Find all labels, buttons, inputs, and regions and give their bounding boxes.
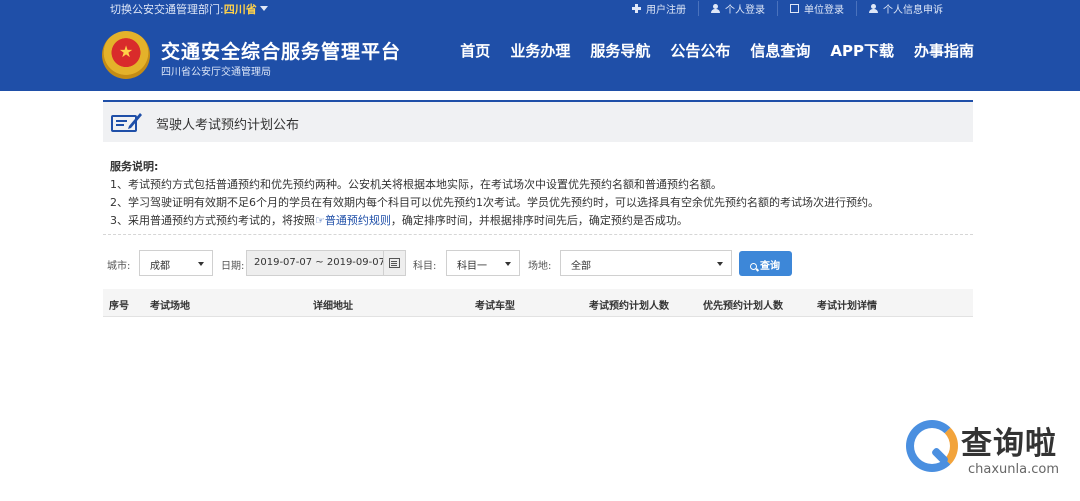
chevron-down-icon (505, 262, 511, 266)
unit-login-label: 单位登录 (804, 5, 844, 16)
date-picker-button[interactable] (383, 251, 405, 275)
col-planned-count: 考试预约计划人数 (589, 301, 669, 312)
section-title: 驾驶人考试预约计划公布 (156, 118, 300, 133)
col-vehicle-type: 考试车型 (475, 301, 515, 312)
unit-login-link[interactable]: 单位登录 (777, 1, 856, 16)
venue-label: 场地: (528, 261, 552, 272)
col-venue: 考试场地 (150, 301, 190, 312)
date-range-input[interactable]: 2019-07-07 ~ 2019-09-07 (246, 250, 406, 276)
chevron-down-icon (717, 262, 723, 266)
description-heading: 服务说明: (110, 160, 159, 173)
watermark-text: 查询啦 (961, 426, 1057, 462)
venue-select[interactable]: 全部 (560, 250, 732, 276)
nav-business[interactable]: 业务办理 (510, 40, 570, 61)
divider (103, 234, 973, 235)
department-switcher[interactable]: 切换公安交通管理部门:四川省 (110, 1, 268, 17)
col-plan-details: 考试计划详情 (817, 301, 877, 312)
col-priority-count: 优先预约计划人数 (703, 301, 783, 312)
form-pen-icon (111, 113, 142, 132)
subject-select-value: 科目一 (457, 261, 487, 272)
description-line-1: 1、考试预约方式包括普通预约和优先预约两种。公安机关将根据本地实际，在考试场次中… (110, 178, 722, 191)
nav-announcements[interactable]: 公告公布 (670, 40, 730, 61)
city-select[interactable]: 成都 (139, 250, 213, 276)
user-icon (869, 4, 878, 13)
plus-icon (632, 4, 641, 13)
normal-booking-rules-link[interactable]: ☞普通预约规则 (315, 214, 391, 227)
city-label: 城市: (107, 261, 131, 272)
personal-login-link[interactable]: 个人登录 (698, 1, 777, 16)
site-header: 交通安全综合服务管理平台 四川省公安厅交通管理局 首页 业务办理 服务导航 公告… (0, 18, 1080, 91)
city-select-value: 成都 (150, 261, 170, 272)
subject-label: 科目: (413, 261, 437, 272)
appeal-label: 个人信息申诉 (883, 5, 943, 16)
section-header: 驾驶人考试预约计划公布 (103, 100, 973, 142)
exam-plan-table-header: 序号 考试场地 详细地址 考试车型 考试预约计划人数 优先预约计划人数 考试计划… (103, 289, 973, 317)
venue-select-value: 全部 (571, 261, 591, 272)
register-link[interactable]: 用户注册 (620, 1, 698, 16)
description-line-3-text: 3、采用普通预约方式预约考试的，将按照 (110, 214, 315, 227)
nav-service-guide[interactable]: 服务导航 (590, 40, 650, 61)
department-name[interactable]: 四川省 (224, 3, 257, 16)
date-label: 日期: (221, 261, 245, 272)
police-emblem-icon[interactable] (102, 31, 150, 79)
col-index: 序号 (109, 301, 129, 312)
account-links: 用户注册 个人登录 单位登录 个人信息申诉 (620, 1, 955, 16)
nav-office-guide[interactable]: 办事指南 (914, 40, 974, 61)
user-icon (711, 4, 720, 13)
watermark-logo-icon (906, 420, 958, 472)
appeal-link[interactable]: 个人信息申诉 (856, 1, 955, 16)
search-icon (750, 263, 757, 270)
col-address: 详细地址 (313, 301, 353, 312)
nav-app-download[interactable]: APP下载 (830, 40, 894, 61)
search-button[interactable]: 查询 (739, 251, 792, 276)
search-button-label: 查询 (760, 261, 780, 272)
description-line-3: 3、采用普通预约方式预约考试的，将按照☞普通预约规则，确定排序时间，并根据排序时… (110, 212, 972, 230)
site-title[interactable]: 交通安全综合服务管理平台 (161, 37, 401, 64)
site-subtitle: 四川省公安厅交通管理局 (161, 67, 271, 78)
personal-login-label: 个人登录 (725, 5, 765, 16)
register-label: 用户注册 (646, 5, 686, 16)
calendar-icon (389, 258, 400, 268)
subject-select[interactable]: 科目一 (446, 250, 520, 276)
building-icon (790, 4, 799, 13)
main-nav: 首页 业务办理 服务导航 公告公布 信息查询 APP下载 办事指南 (460, 40, 974, 61)
service-description: 服务说明: 1、考试预约方式包括普通预约和优先预约两种。公安机关将根据本地实际，… (110, 158, 972, 230)
nav-info-query[interactable]: 信息查询 (750, 40, 810, 61)
watermark-url: chaxunla.com (968, 462, 1059, 477)
caret-down-icon[interactable] (259, 6, 268, 11)
top-bar: 切换公安交通管理部门:四川省 用户注册 个人登录 单位登录 个人信息申诉 (0, 0, 1080, 18)
chevron-down-icon (198, 262, 204, 266)
description-line-2: 2、学习驾驶证明有效期不足6个月的学员在有效期内每个科目可以优先预约1次考试。学… (110, 196, 879, 209)
description-line-3-tail: ，确定排序时间，并根据排序时间先后，确定预约是否成功。 (390, 214, 688, 227)
date-range-value: 2019-07-07 ~ 2019-09-07 (254, 257, 385, 268)
nav-home[interactable]: 首页 (460, 40, 490, 61)
department-prefix: 切换公安交通管理部门: (110, 3, 224, 16)
